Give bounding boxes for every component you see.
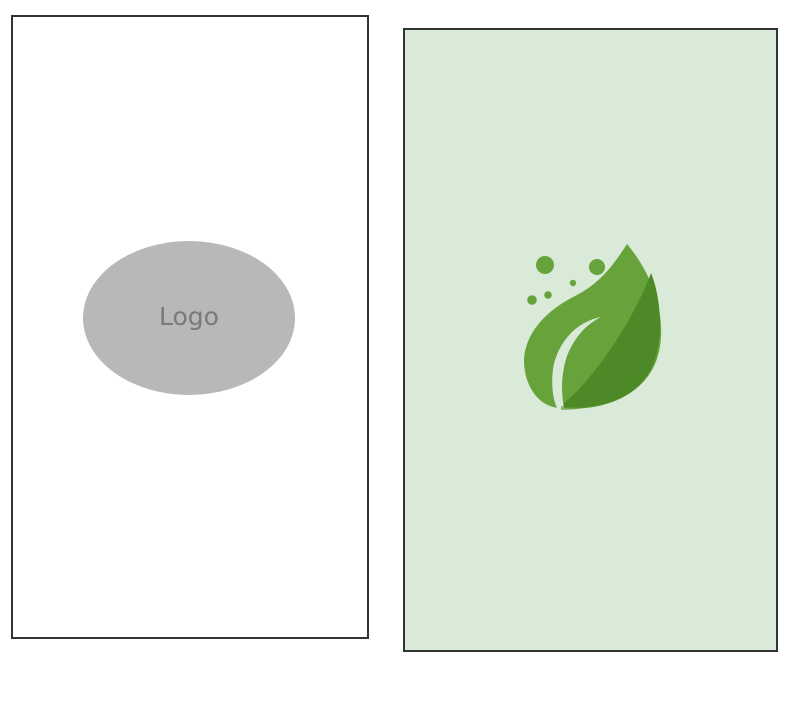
- leaf-icon: [524, 244, 662, 410]
- bubble-large-left: [536, 256, 554, 274]
- splash-screen: [403, 28, 778, 652]
- wireframe-screen: Logo: [11, 15, 369, 639]
- logo-placeholder: Logo: [83, 241, 295, 395]
- leaf-logo: [515, 238, 675, 414]
- logo-placeholder-label: Logo: [159, 301, 219, 331]
- bubble-small-right: [569, 279, 577, 287]
- bubble-large-right: [589, 259, 605, 275]
- bubble-small-left: [527, 295, 537, 305]
- bubble-small-mid: [544, 291, 552, 299]
